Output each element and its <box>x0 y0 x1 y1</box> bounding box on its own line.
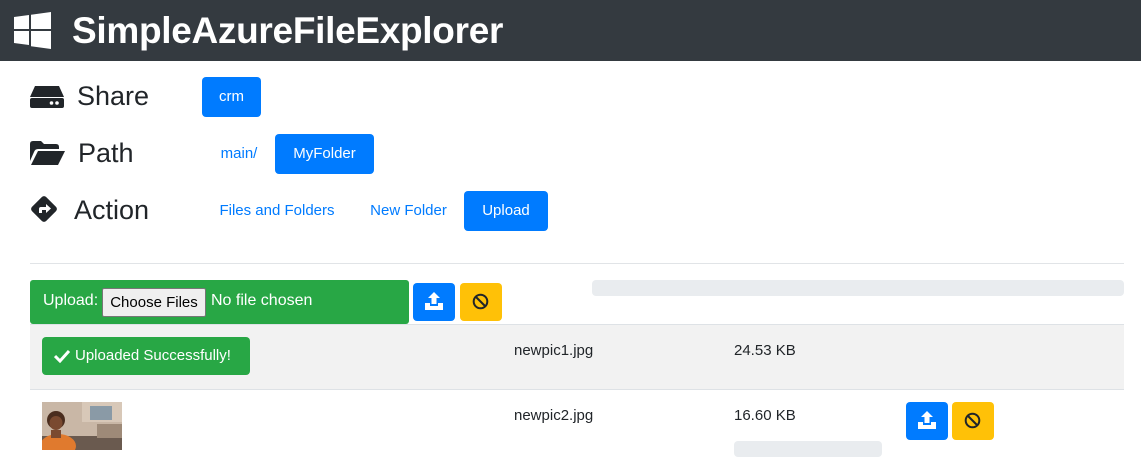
file-name: newpic2.jpg <box>514 407 594 424</box>
windows-logo-icon <box>14 12 51 49</box>
file-name: newpic1.jpg <box>514 342 594 359</box>
action-files-and-folders[interactable]: Files and Folders <box>209 191 345 231</box>
check-icon <box>54 349 70 363</box>
hdd-icon <box>30 86 64 108</box>
upload-success-badge: Uploaded Successfully! <box>42 337 250 375</box>
thumbnail-image <box>42 402 122 450</box>
upload-icon <box>918 411 936 429</box>
action-heading: Action <box>74 195 150 225</box>
ban-icon <box>472 293 489 310</box>
choose-files-button[interactable]: Choose Files <box>102 288 206 317</box>
file-status-text: No file chosen <box>211 292 313 309</box>
share-crm-button[interactable]: crm <box>202 77 261 117</box>
total-progress-bar <box>592 280 1124 296</box>
navbar: SimpleAzureFileExplorer <box>0 0 1141 61</box>
path-segment-myfolder[interactable]: MyFolder <box>275 134 374 174</box>
share-heading: Share <box>77 81 150 111</box>
file-size: 24.53 KB <box>734 342 796 359</box>
folder-open-icon <box>30 141 65 165</box>
cancel-all-button[interactable] <box>460 283 502 321</box>
file-progress-bar <box>734 441 882 457</box>
ban-icon <box>964 412 981 429</box>
upload-success-text: Uploaded Successfully! <box>75 347 231 364</box>
upload-label: Upload: <box>43 292 99 309</box>
divider <box>30 263 1124 264</box>
path-segment-main[interactable]: main/ <box>209 134 269 174</box>
upload-file-button[interactable] <box>906 402 948 440</box>
cancel-file-button[interactable] <box>952 402 994 440</box>
action-upload[interactable]: Upload <box>464 191 548 231</box>
upload-all-button[interactable] <box>413 283 455 321</box>
path-heading: Path <box>78 138 134 168</box>
file-size: 16.60 KB <box>734 407 796 424</box>
upload-icon <box>425 292 443 310</box>
action-new-folder[interactable]: New Folder <box>358 191 459 231</box>
app-title[interactable]: SimpleAzureFileExplorer <box>72 9 503 53</box>
directions-icon <box>31 196 57 222</box>
